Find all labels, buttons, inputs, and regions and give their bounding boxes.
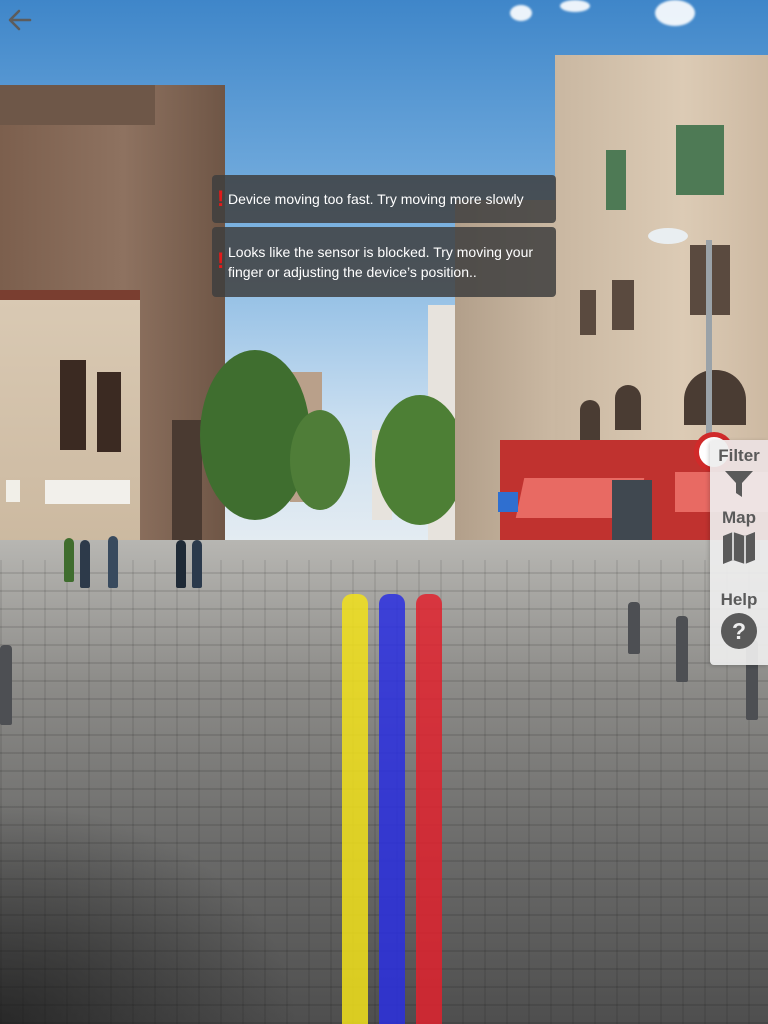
bollard	[676, 616, 688, 682]
arched-window	[580, 400, 600, 440]
window-shutter	[676, 125, 724, 195]
shadow	[0, 800, 300, 1024]
street-lamp	[706, 240, 712, 460]
filter-label: Filter	[718, 446, 760, 465]
toast-message: Looks like the sensor is blocked. Try mo…	[228, 244, 534, 280]
window	[580, 290, 596, 335]
pedestrian	[80, 540, 90, 588]
doorway	[172, 420, 202, 540]
cloud	[560, 0, 590, 12]
folded-map-icon	[723, 532, 755, 564]
building-left-cornice	[0, 85, 155, 125]
yellow-path-line	[342, 594, 368, 1024]
window	[60, 360, 86, 450]
pedestrian	[64, 538, 74, 582]
help-label: Help	[720, 590, 758, 609]
exclamation-icon: !	[217, 186, 225, 211]
funnel-icon	[725, 471, 753, 497]
toast-message: Device moving too fast. Try moving more …	[228, 191, 524, 207]
question-circle-icon: ?	[721, 613, 757, 649]
arrow-left-icon	[8, 9, 32, 31]
cloud	[655, 0, 695, 26]
map-button[interactable]: Map	[710, 508, 768, 566]
arched-window	[615, 385, 641, 430]
pedestrian	[192, 540, 202, 588]
tree	[375, 395, 465, 525]
blue-path-line	[379, 594, 405, 1024]
pedestrian	[108, 536, 118, 588]
back-button[interactable]	[4, 4, 36, 36]
bollard	[0, 645, 12, 725]
street-lamp-head	[648, 228, 688, 244]
window	[6, 480, 20, 502]
exclamation-icon: !	[217, 248, 225, 273]
tree	[290, 410, 350, 510]
shop-sign	[45, 480, 130, 504]
filter-button[interactable]: Filter	[710, 446, 768, 500]
warning-toast-sensor: ! Looks like the sensor is blocked. Try …	[212, 227, 556, 297]
help-button[interactable]: Help ?	[710, 590, 768, 650]
side-panel: Filter Map Help ?	[710, 440, 768, 665]
svg-text:?: ?	[732, 618, 746, 644]
map-label: Map	[722, 508, 756, 527]
cloud	[510, 5, 532, 21]
arched-window	[684, 370, 746, 425]
window-shutter	[606, 150, 626, 210]
crosswalk-sign	[498, 492, 518, 512]
window	[612, 280, 634, 330]
window	[97, 372, 121, 452]
warning-toast-motion: ! Device moving too fast. Try moving mor…	[212, 175, 556, 223]
bollard	[628, 602, 640, 654]
pedestrian	[176, 540, 186, 588]
red-path-line	[416, 594, 442, 1024]
